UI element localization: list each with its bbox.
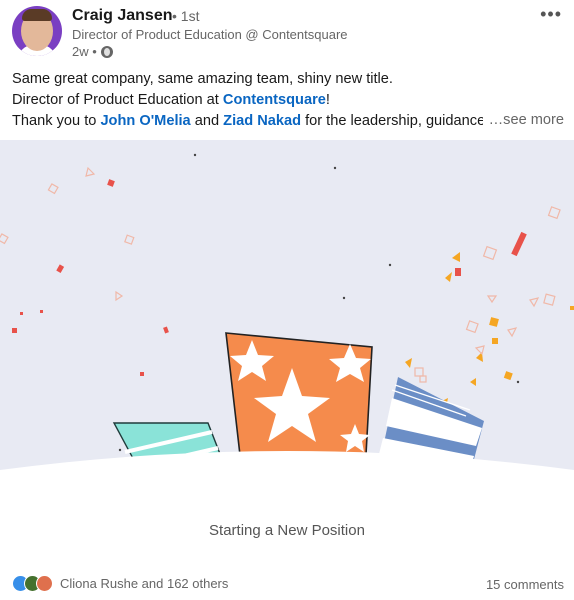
post-text-2: Director of Product Education at	[12, 92, 223, 108]
author-name[interactable]: Craig Jansen	[72, 7, 172, 25]
comments-count[interactable]: 15 comments	[486, 577, 564, 592]
avatar-hair	[22, 9, 52, 21]
reactions-summary[interactable]: Cliona Rushe and 162 others	[12, 575, 228, 592]
post-line-2: Director of Product Education at Content…	[12, 90, 572, 111]
love-icon	[36, 575, 53, 592]
celebration-illustration	[0, 153, 574, 490]
post-meta: 2w •	[72, 44, 113, 59]
post-line-1: Same great company, same amazing team, s…	[12, 69, 572, 90]
connection-degree: • 1st	[172, 8, 200, 24]
new-position-banner[interactable]	[0, 140, 574, 490]
post-text-2-suffix: !	[325, 92, 330, 108]
company-link[interactable]: Contentsquare	[223, 92, 326, 108]
reactions-text[interactable]: Cliona Rushe and 162 others	[60, 576, 228, 591]
reaction-icons	[12, 575, 53, 592]
see-more-link[interactable]: …see more	[482, 112, 564, 128]
post-text-1: Same great company, same amazing team, s…	[12, 71, 393, 87]
banner-caption: Starting a New Position	[209, 522, 365, 539]
post-time: 2w •	[72, 44, 97, 59]
mention-link-1[interactable]: John O'Melia	[100, 113, 190, 129]
globe-icon	[100, 45, 113, 58]
post-text-3: Thank you to	[12, 113, 101, 129]
post-header: Craig Jansen • 1st Director of Product E…	[0, 0, 574, 70]
mention-link-2[interactable]: Ziad Nakad	[223, 113, 301, 129]
author-headline: Director of Product Education @ Contents…	[72, 27, 348, 42]
ground-curve	[0, 451, 574, 490]
post-text-3-suffix: for the leadership, guidance	[301, 113, 486, 129]
more-options-icon[interactable]: •••	[540, 4, 562, 25]
post-text-3-mid: and	[190, 113, 224, 129]
author-avatar[interactable]	[12, 6, 62, 56]
